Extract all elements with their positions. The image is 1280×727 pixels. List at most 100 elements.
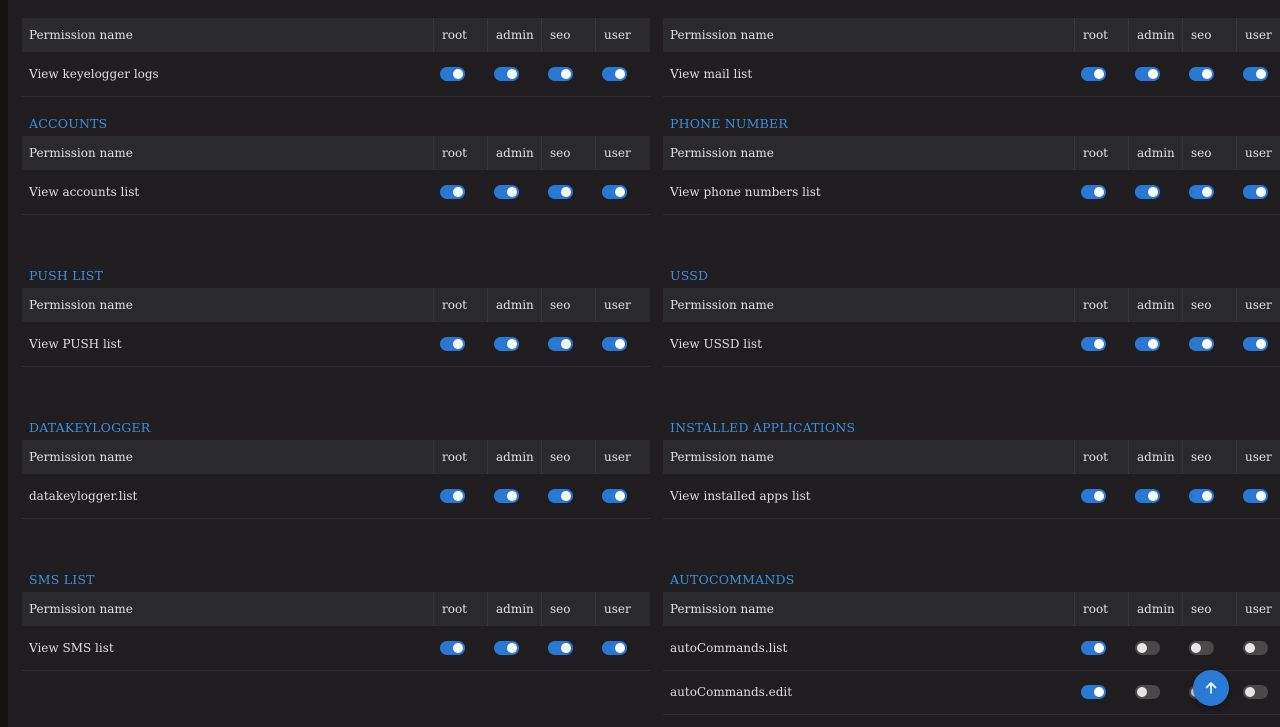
toggle-knob bbox=[1094, 69, 1104, 79]
permission-toggle[interactable] bbox=[1189, 489, 1214, 503]
scroll-to-top-button[interactable] bbox=[1193, 670, 1229, 706]
permission-name: View USSD list bbox=[670, 337, 762, 351]
column-header-label: user bbox=[604, 450, 631, 464]
toggle-knob bbox=[453, 491, 463, 501]
permission-toggle[interactable] bbox=[494, 489, 519, 503]
permission-toggle[interactable] bbox=[602, 185, 627, 199]
permission-toggle[interactable] bbox=[602, 641, 627, 655]
toggle-knob bbox=[453, 187, 463, 197]
permission-cell bbox=[487, 474, 541, 518]
table-header: Permission name root admin seo user bbox=[663, 440, 1280, 474]
sidebar-edge bbox=[0, 0, 8, 727]
column-header-role: admin bbox=[487, 440, 542, 474]
permission-toggle[interactable] bbox=[494, 337, 519, 351]
table-row: autoCommands.edit bbox=[663, 670, 1280, 715]
permission-toggle[interactable] bbox=[1081, 67, 1106, 81]
permission-toggle[interactable] bbox=[440, 67, 465, 81]
permission-toggle[interactable] bbox=[1135, 337, 1160, 351]
table-header: Permission name root admin seo user bbox=[22, 440, 650, 474]
column-header-label: root bbox=[442, 450, 468, 464]
permission-toggle[interactable] bbox=[548, 489, 573, 503]
permission-toggle[interactable] bbox=[1081, 685, 1106, 699]
permission-toggle[interactable] bbox=[1189, 67, 1214, 81]
permission-toggle[interactable] bbox=[1135, 185, 1160, 199]
column-header-label: admin bbox=[1137, 146, 1175, 160]
permission-toggle[interactable] bbox=[494, 641, 519, 655]
column-header-role: admin bbox=[1128, 592, 1183, 626]
permission-toggle[interactable] bbox=[548, 67, 573, 81]
permission-toggle[interactable] bbox=[494, 67, 519, 81]
toggle-knob bbox=[1094, 643, 1104, 653]
column-header-role: admin bbox=[1128, 440, 1183, 474]
permission-cell bbox=[433, 626, 487, 670]
permission-toggle[interactable] bbox=[1243, 67, 1268, 81]
column-header-role: seo bbox=[541, 18, 596, 52]
permission-toggle[interactable] bbox=[494, 185, 519, 199]
permission-toggle[interactable] bbox=[1081, 641, 1106, 655]
column-header-label: user bbox=[604, 146, 631, 160]
toggle-knob bbox=[1256, 187, 1266, 197]
permission-toggle[interactable] bbox=[1243, 641, 1268, 655]
column-header-role: user bbox=[595, 440, 651, 474]
permission-toggle[interactable] bbox=[1135, 67, 1160, 81]
column-header-label: admin bbox=[496, 450, 534, 464]
column-header-role: seo bbox=[541, 592, 596, 626]
section-title: DATAKEYLOGGER bbox=[29, 420, 151, 435]
column-header-role: admin bbox=[1128, 18, 1183, 52]
permission-toggle[interactable] bbox=[1243, 685, 1268, 699]
column-header-role: admin bbox=[1128, 136, 1183, 170]
column-header-permission-name: Permission name bbox=[29, 450, 133, 464]
column-header-role: user bbox=[1236, 18, 1280, 52]
permission-cell bbox=[595, 170, 650, 214]
permission-toggle[interactable] bbox=[1081, 185, 1106, 199]
toggle-knob bbox=[561, 491, 571, 501]
permission-toggle[interactable] bbox=[548, 337, 573, 351]
column-header-role: seo bbox=[541, 136, 596, 170]
permission-cell bbox=[487, 626, 541, 670]
toggle-knob bbox=[561, 339, 571, 349]
permission-toggle[interactable] bbox=[440, 641, 465, 655]
permission-cell bbox=[1128, 52, 1182, 96]
permission-toggle[interactable] bbox=[440, 185, 465, 199]
column-header-role: admin bbox=[487, 592, 542, 626]
permission-toggle[interactable] bbox=[440, 489, 465, 503]
permission-cell bbox=[487, 322, 541, 366]
permission-toggle[interactable] bbox=[1081, 489, 1106, 503]
permission-toggle[interactable] bbox=[1243, 489, 1268, 503]
column-header-label: seo bbox=[1191, 28, 1212, 42]
table-row: View USSD list bbox=[663, 322, 1280, 367]
section-title: PUSH LIST bbox=[29, 268, 104, 283]
column-header-role: root bbox=[1074, 288, 1129, 322]
table-row: View mail list bbox=[663, 52, 1280, 97]
permission-toggle[interactable] bbox=[1243, 185, 1268, 199]
column-header-role: root bbox=[1074, 592, 1129, 626]
permission-toggle[interactable] bbox=[1135, 641, 1160, 655]
permission-toggle[interactable] bbox=[1189, 641, 1214, 655]
column-header-role: root bbox=[433, 18, 488, 52]
permission-toggle[interactable] bbox=[1189, 185, 1214, 199]
column-header-label: seo bbox=[550, 602, 571, 616]
permission-toggle[interactable] bbox=[602, 337, 627, 351]
permission-toggle[interactable] bbox=[548, 185, 573, 199]
permission-cell bbox=[595, 626, 650, 670]
column-header-role: user bbox=[595, 18, 651, 52]
permission-toggle[interactable] bbox=[602, 67, 627, 81]
permission-toggle[interactable] bbox=[1243, 337, 1268, 351]
toggle-knob bbox=[615, 643, 625, 653]
permission-cell bbox=[1182, 52, 1236, 96]
permission-toggle[interactable] bbox=[548, 641, 573, 655]
column-header-label: user bbox=[604, 298, 631, 312]
permission-cell bbox=[1074, 52, 1128, 96]
column-header-label: root bbox=[1083, 28, 1109, 42]
column-header-label: root bbox=[1083, 298, 1109, 312]
toggle-knob bbox=[1148, 187, 1158, 197]
column-header-permission-name: Permission name bbox=[29, 602, 133, 616]
toggle-knob bbox=[561, 69, 571, 79]
permission-cell bbox=[1128, 322, 1182, 366]
permission-toggle[interactable] bbox=[1189, 337, 1214, 351]
permission-toggle[interactable] bbox=[1081, 337, 1106, 351]
permission-toggle[interactable] bbox=[602, 489, 627, 503]
permission-toggle[interactable] bbox=[1135, 489, 1160, 503]
permission-toggle[interactable] bbox=[1135, 685, 1160, 699]
permission-toggle[interactable] bbox=[440, 337, 465, 351]
